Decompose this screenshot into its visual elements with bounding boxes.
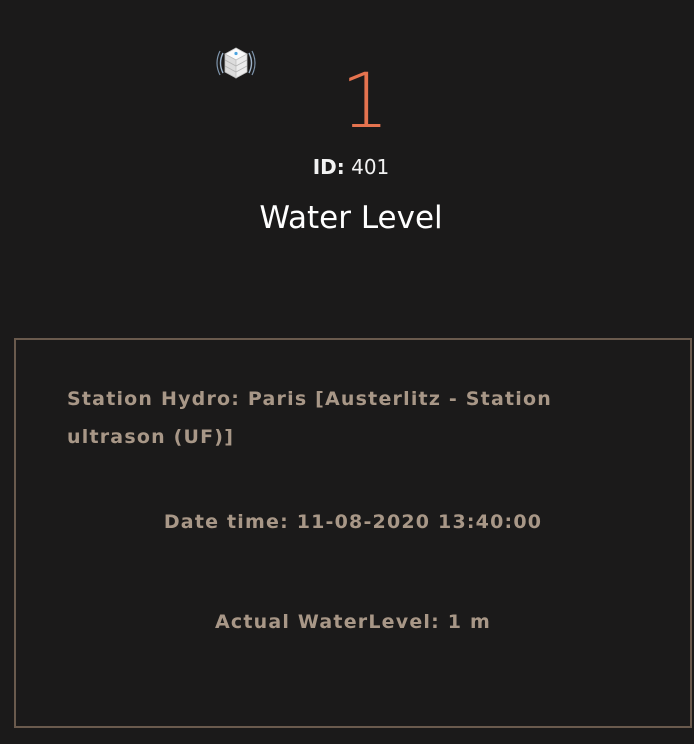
actual-water-level: Actual WaterLevel: 1 m (215, 611, 491, 633)
info-panel: Station Hydro: Paris [Austerlitz - Stati… (14, 338, 692, 728)
sensor-id-label: ID: (312, 155, 345, 179)
sensor-page: 1 ID: 401 Water Level Station Hydro: Par… (0, 0, 694, 744)
station-name: Station Hydro: Paris [Austerlitz - Stati… (67, 388, 552, 448)
sensor-title: Water Level (259, 200, 443, 236)
reading-value: 1 (340, 56, 390, 145)
sensor-id-value: 401 (351, 155, 390, 179)
sensor-id: ID: 401 (0, 154, 694, 180)
reading-datetime: Date time: 11-08-2020 13:40:00 (163, 511, 543, 533)
